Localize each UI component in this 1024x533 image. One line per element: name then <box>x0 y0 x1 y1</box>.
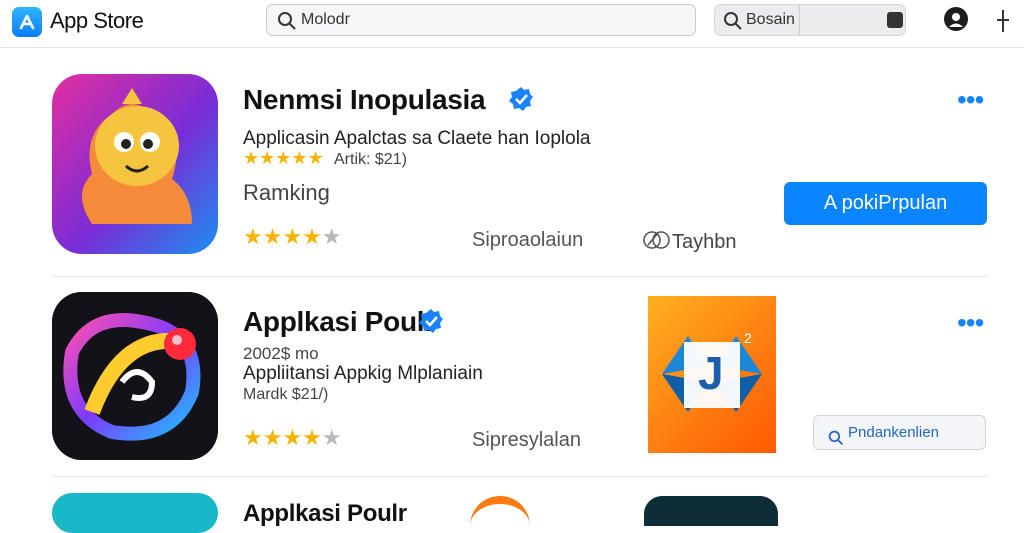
rating-stars-row2: ★★★★★ <box>243 425 342 450</box>
rating-stars-row1: ★★★★★ <box>243 224 342 249</box>
promo-text: J <box>698 347 724 399</box>
top-bar: App Store Molodr Bosain <box>0 0 1024 48</box>
shopping-bag-icon[interactable] <box>887 12 903 28</box>
secondary-search-value: Bosain <box>746 11 795 28</box>
app-store-logo-icon <box>12 7 42 37</box>
promo-banner[interactable]: J 2 <box>648 296 776 453</box>
app-title-row1[interactable]: Nenmsi Inopulasia <box>243 84 486 116</box>
promo-banner-row3[interactable] <box>644 496 778 526</box>
open-button-row2[interactable]: Pndankenlien <box>813 415 986 450</box>
verified-badge-icon <box>508 86 534 112</box>
search-input[interactable]: Molodr <box>266 4 696 36</box>
app-icon-row1[interactable] <box>52 74 218 254</box>
category-label-row2: Sipresylalan <box>472 429 581 451</box>
search-icon <box>277 11 297 36</box>
search-icon <box>723 11 743 36</box>
app-price-row2: 2002$ mo <box>243 344 319 363</box>
search-input-value: Molodr <box>301 11 350 28</box>
ranking-label: Ramking <box>243 180 330 205</box>
developer-icon <box>643 231 670 249</box>
developer-label-row1: Tayhbn <box>642 229 737 254</box>
app-subtitle-row1: Applicasin Apalctas sa Claete han Ioplol… <box>243 128 591 149</box>
app-icon-row3-alt <box>470 496 530 526</box>
more-options-icon[interactable]: ••• <box>957 309 984 337</box>
get-button-row1[interactable]: A pokiPrpulan <box>784 182 987 225</box>
app-icon-row3[interactable] <box>52 493 218 533</box>
category-label-row1: Siproaolaiun <box>472 229 584 251</box>
promo-superscript: 2 <box>744 330 752 346</box>
verified-badge-icon <box>418 308 444 334</box>
app-title-row2[interactable]: Applkasi Poulr <box>243 306 435 338</box>
rating-note-row2: Mardk $21/) <box>243 386 329 403</box>
more-options-icon[interactable]: ••• <box>957 86 984 114</box>
search-icon <box>828 425 844 458</box>
app-subtitle-row2: Appliitansi Appkig Mlplaniain <box>243 363 483 384</box>
app-title-row3[interactable]: Applkasi Poulr <box>243 500 407 528</box>
rating-stars-small-row1: ★★★★★ <box>243 148 324 168</box>
pin-icon[interactable] <box>994 8 1012 39</box>
divider <box>799 5 800 35</box>
row-divider <box>52 476 988 477</box>
row-divider <box>52 276 988 277</box>
secondary-search-field[interactable]: Bosain <box>714 4 906 36</box>
account-avatar-icon[interactable] <box>944 7 968 31</box>
app-icon-row2[interactable] <box>52 292 218 460</box>
rating-note-row1: Artik: $21) <box>334 151 407 168</box>
app-title: App Store <box>50 8 144 33</box>
open-button-label: Pndankenlien <box>848 424 939 441</box>
